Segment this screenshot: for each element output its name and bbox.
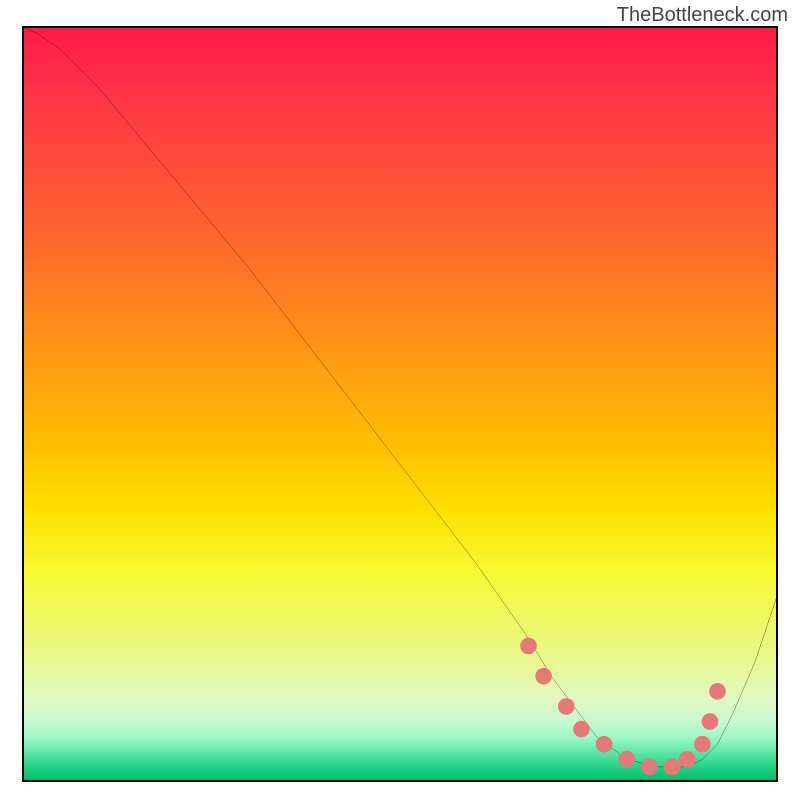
chart-area — [22, 26, 778, 782]
curve-markers — [520, 638, 726, 776]
watermark-text: TheBottleneck.com — [617, 4, 788, 27]
marker-dot — [709, 683, 726, 700]
marker-dot — [573, 721, 590, 738]
marker-dot — [618, 751, 635, 768]
marker-dot — [641, 759, 658, 776]
marker-dot — [664, 759, 681, 776]
marker-dot — [558, 698, 575, 715]
marker-dot — [535, 668, 552, 685]
bottleneck-curve — [22, 26, 778, 767]
marker-dot — [520, 638, 537, 655]
chart-svg — [22, 26, 778, 782]
marker-dot — [679, 751, 696, 768]
marker-dot — [702, 713, 719, 730]
marker-dot — [694, 736, 711, 753]
marker-dot — [596, 736, 613, 753]
